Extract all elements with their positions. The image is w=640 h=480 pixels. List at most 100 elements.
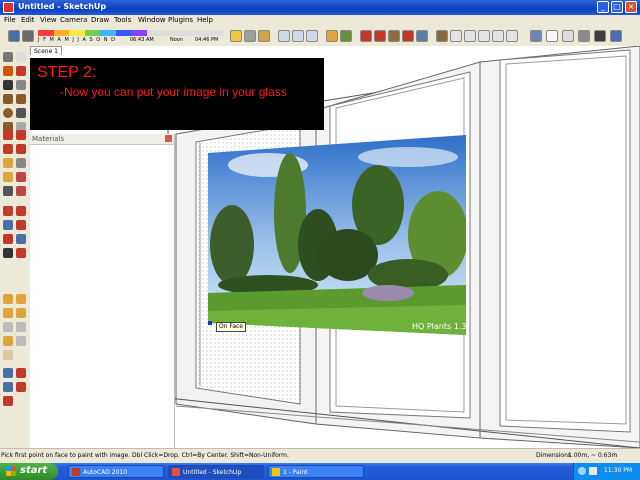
- polygon-icon[interactable]: [16, 94, 26, 104]
- hidden-line-icon[interactable]: [562, 30, 574, 42]
- paint-icon: [272, 468, 280, 476]
- menu-view[interactable]: View: [40, 16, 57, 24]
- menu-window[interactable]: Window: [138, 16, 166, 24]
- inference-tooltip: On Face: [216, 322, 246, 332]
- walk-icon[interactable]: [16, 248, 26, 258]
- tutorial-overlay: STEP 2: -Now you can put your image in y…: [30, 58, 324, 130]
- shadow-date-slider[interactable]: [38, 30, 224, 36]
- shadow-settings-icon[interactable]: [8, 30, 20, 42]
- taskbar-item-sketchup[interactable]: Untitled - SketchUp: [168, 465, 264, 478]
- title-bar: Untitled - SketchUp _ □ ×: [0, 0, 640, 15]
- fog-icon[interactable]: [22, 30, 34, 42]
- close-icon[interactable]: [165, 135, 172, 142]
- zoom-extents-tool-icon[interactable]: [16, 234, 26, 244]
- sandbox-icon-2[interactable]: [16, 294, 26, 304]
- minimize-button[interactable]: _: [597, 1, 609, 13]
- volume-icon[interactable]: [589, 467, 597, 475]
- walk-tool-icon[interactable]: [16, 368, 26, 378]
- share-model-icon[interactable]: [340, 30, 352, 42]
- shaded-icon[interactable]: [578, 30, 590, 42]
- front-view-icon[interactable]: [464, 30, 476, 42]
- sandbox-icon-4[interactable]: [16, 308, 26, 318]
- xray-icon[interactable]: [530, 30, 542, 42]
- zoom-window-icon[interactable]: [402, 30, 414, 42]
- step-heading: STEP 2:: [37, 64, 97, 81]
- zoom-tool-icon[interactable]: [3, 220, 13, 230]
- taskbar-item-paint[interactable]: 1 - Paint: [268, 465, 364, 478]
- shaded-textures-icon[interactable]: [594, 30, 606, 42]
- section-display-icon[interactable]: [292, 30, 304, 42]
- protractor-icon[interactable]: [3, 172, 13, 182]
- paint-bucket-icon[interactable]: [3, 66, 13, 76]
- circle-icon[interactable]: [3, 108, 13, 118]
- pan-tool-icon[interactable]: [16, 206, 26, 216]
- scale-icon[interactable]: [3, 144, 13, 154]
- arc-icon[interactable]: [16, 80, 26, 90]
- make-component-icon[interactable]: [16, 66, 26, 76]
- group-icon[interactable]: [258, 30, 270, 42]
- menu-draw[interactable]: Draw: [91, 16, 109, 24]
- shadow-months: J F M A M J J A S O N D: [38, 37, 116, 43]
- pan-small-icon[interactable]: [16, 382, 26, 392]
- pan-icon[interactable]: [374, 30, 386, 42]
- dimension-icon[interactable]: [16, 158, 26, 168]
- start-button[interactable]: start: [0, 463, 58, 480]
- freehand-icon[interactable]: [16, 108, 26, 118]
- menu-camera[interactable]: Camera: [60, 16, 87, 24]
- top-view-icon[interactable]: [450, 30, 462, 42]
- dimensions-label: Dimensions: [536, 452, 572, 459]
- status-bar: Pick first point on face to paint with i…: [0, 448, 640, 464]
- look-around-icon[interactable]: [3, 368, 13, 378]
- left-view-icon[interactable]: [506, 30, 518, 42]
- back-view-icon[interactable]: [492, 30, 504, 42]
- zoom-window-tool-icon[interactable]: [16, 220, 26, 230]
- dimensions-value[interactable]: 1.00m, ~ 0.63m: [568, 452, 617, 459]
- tab-scene-1[interactable]: Scene 1: [30, 46, 62, 55]
- menu-help[interactable]: Help: [197, 16, 213, 24]
- 3d-text-icon[interactable]: [16, 186, 26, 196]
- zoom-extents-icon[interactable]: [416, 30, 428, 42]
- sandbox-icon-5[interactable]: [3, 322, 13, 332]
- materials-header: Materials: [30, 134, 174, 145]
- eraser-icon[interactable]: [16, 52, 26, 62]
- select-icon[interactable]: [3, 52, 13, 62]
- close-button[interactable]: ×: [625, 1, 637, 13]
- position-camera-icon[interactable]: [3, 248, 13, 258]
- section-cut-icon[interactable]: [306, 30, 318, 42]
- line-icon[interactable]: [3, 80, 13, 90]
- warehouse-icon[interactable]: [326, 30, 338, 42]
- move-icon[interactable]: [3, 130, 13, 140]
- monochrome-icon[interactable]: [610, 30, 622, 42]
- component-icon[interactable]: [230, 30, 242, 42]
- orbit-icon[interactable]: [360, 30, 372, 42]
- sandbox-icon-9[interactable]: [3, 350, 13, 360]
- wireframe-icon[interactable]: [546, 30, 558, 42]
- sandbox-icon-6[interactable]: [16, 322, 26, 332]
- text-icon[interactable]: [16, 172, 26, 182]
- sandbox-icon-8[interactable]: [16, 336, 26, 346]
- zoom-small-icon[interactable]: [3, 382, 13, 392]
- offset-icon[interactable]: [16, 144, 26, 154]
- zoom-icon[interactable]: [388, 30, 400, 42]
- menu-edit[interactable]: Edit: [21, 16, 35, 24]
- section-plane-icon[interactable]: [278, 30, 290, 42]
- orbit-tool-icon[interactable]: [3, 206, 13, 216]
- maximize-button[interactable]: □: [611, 1, 623, 13]
- rectangle-icon[interactable]: [3, 94, 13, 104]
- box-icon[interactable]: [244, 30, 256, 42]
- sandbox-icon-3[interactable]: [3, 308, 13, 318]
- menu-file[interactable]: File: [4, 16, 16, 24]
- taskbar-item-autocad[interactable]: AutoCAD 2010: [68, 465, 164, 478]
- network-icon[interactable]: [578, 467, 586, 475]
- axes-icon[interactable]: [3, 186, 13, 196]
- tape-measure-icon[interactable]: [3, 158, 13, 168]
- sandbox-icon-1[interactable]: [3, 294, 13, 304]
- rotate-icon[interactable]: [16, 130, 26, 140]
- menu-plugins[interactable]: Plugins: [168, 16, 193, 24]
- iso-view-icon[interactable]: [436, 30, 448, 42]
- section-tool-icon[interactable]: [3, 396, 13, 406]
- previous-view-icon[interactable]: [3, 234, 13, 244]
- menu-tools[interactable]: Tools: [114, 16, 131, 24]
- right-view-icon[interactable]: [478, 30, 490, 42]
- sandbox-icon-7[interactable]: [3, 336, 13, 346]
